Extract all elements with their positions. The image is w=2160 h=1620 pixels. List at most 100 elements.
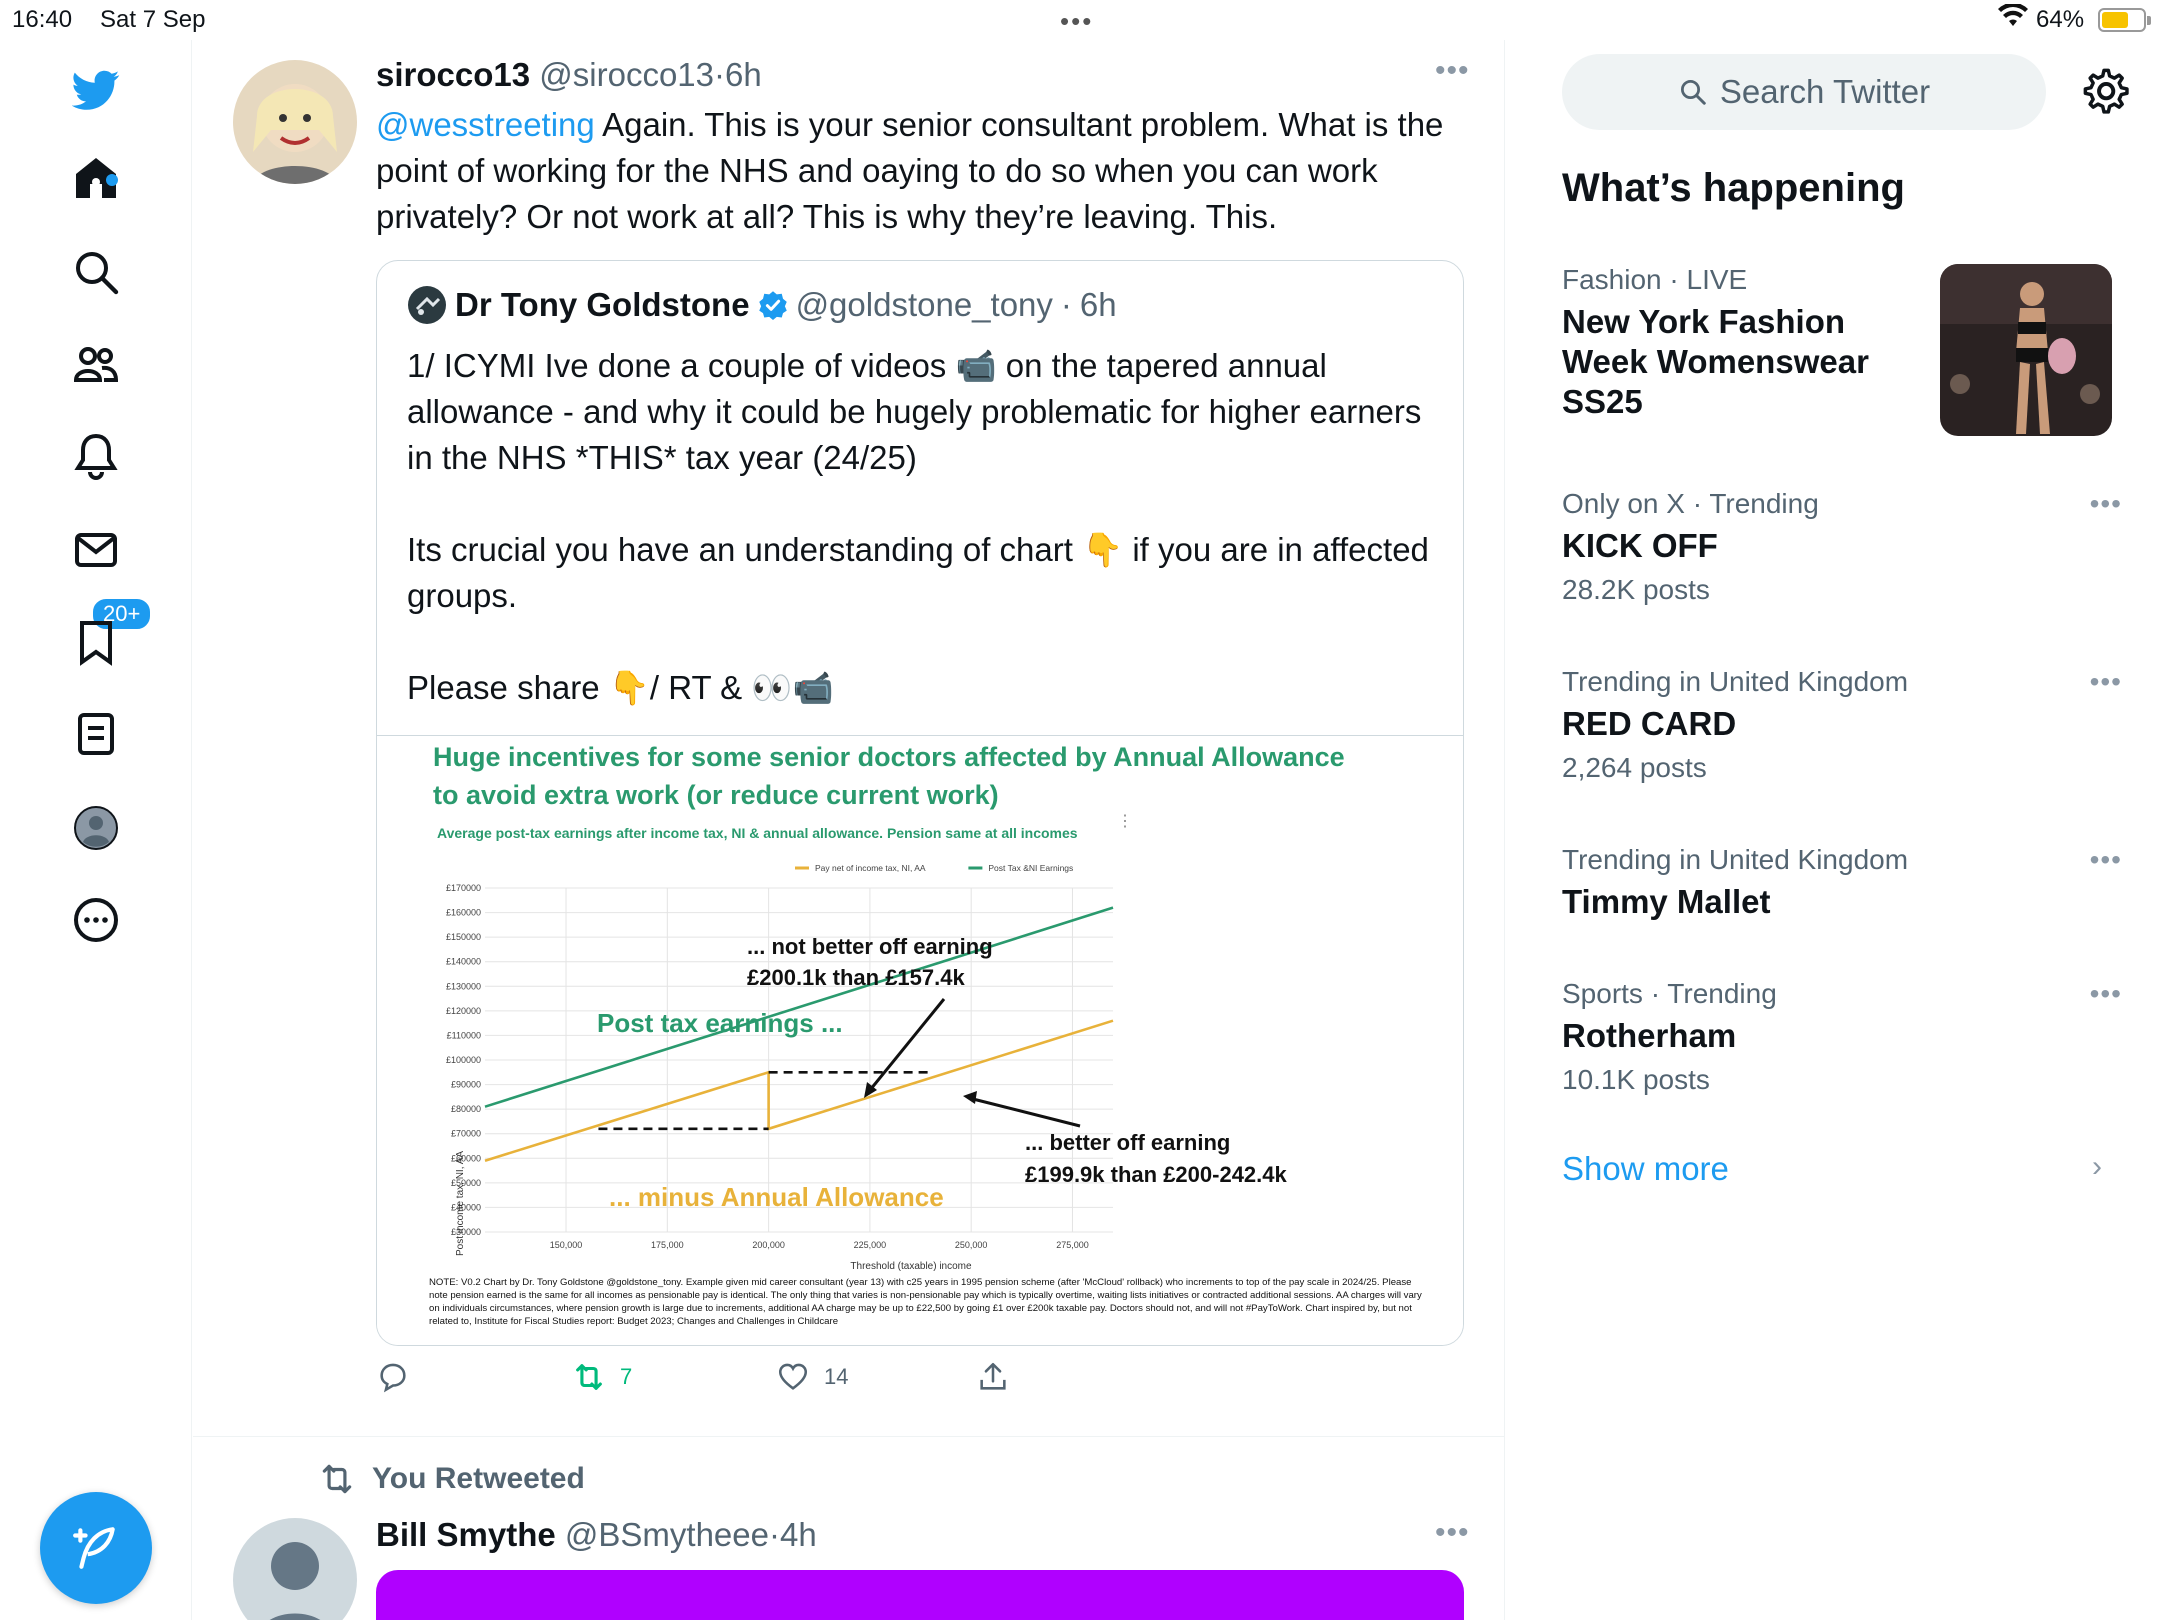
y-tick-label: £70000 <box>451 1129 481 1139</box>
legend-label: Pay net of income tax, NI, AA <box>815 863 926 873</box>
like-button[interactable]: 14 <box>776 1360 848 1394</box>
mention-link[interactable]: @wesstreeting <box>376 106 595 143</box>
retweet-button[interactable]: 7 <box>572 1360 632 1394</box>
compose-feather-icon <box>73 1527 115 1569</box>
retweeted-context: You Retweeted <box>318 1460 585 1498</box>
search-icon[interactable] <box>66 242 126 302</box>
x-tick-label: 200,000 <box>752 1240 785 1250</box>
trend-more-button[interactable]: ••• <box>2090 488 2122 520</box>
chart-title-line-2: to avoid extra work (or reduce current w… <box>433 780 999 810</box>
battery-icon <box>2098 8 2151 32</box>
trend-more-button[interactable]: ••• <box>2090 978 2122 1010</box>
annotation-better-off-line-1: ... better off earning <box>1025 1130 1230 1155</box>
show-more-link[interactable]: Show more <box>1562 1150 1729 1188</box>
chart-menu-dots: ⋮ <box>1117 813 1133 830</box>
next-tweet-time[interactable]: 4h <box>780 1516 817 1553</box>
trend-meta: Trending in United Kingdom <box>1562 666 1909 697</box>
header-separator: · <box>714 56 725 93</box>
trend-item[interactable]: Only on X · Trending KICK OFF 28.2K post… <box>1562 488 2122 606</box>
chart-title-line-1: Huge incentives for some senior doctors … <box>433 742 1345 772</box>
quote-time[interactable]: 6h <box>1080 286 1117 324</box>
chart-legend: Pay net of income tax, NI, AA Post Tax &N… <box>795 863 1073 873</box>
home-unread-dot <box>106 174 118 186</box>
search-input[interactable]: Search Twitter <box>1562 54 2046 130</box>
x-tick-label: 225,000 <box>854 1240 887 1250</box>
trend-meta: Trending in United Kingdom <box>1562 844 1909 875</box>
trend-title: Timmy Mallet <box>1562 883 1771 920</box>
trend-title: Rotherham <box>1562 1017 1737 1054</box>
quote-author-handle[interactable]: @goldstone_tony <box>796 286 1053 324</box>
arrow-head-2 <box>963 1091 977 1104</box>
reply-button[interactable] <box>376 1360 410 1394</box>
x-tick-label: 150,000 <box>550 1240 583 1250</box>
trend-title: RED CARD <box>1562 705 1737 742</box>
retweeted-label: You Retweeted <box>372 1462 585 1495</box>
author-avatar[interactable] <box>233 60 357 184</box>
quote-text: 1/ ICYMI Ive done a couple of videos 📹 o… <box>407 347 1429 706</box>
share-button[interactable] <box>976 1360 1010 1394</box>
next-author-avatar[interactable] <box>233 1518 357 1620</box>
whats-happening-title: What’s happening <box>1562 166 1905 210</box>
chart-image[interactable]: Huge incentives for some senior doctors … <box>377 735 1463 1345</box>
quote-header: Dr Tony Goldstone @goldstone_tony · 6h <box>407 285 1117 325</box>
trend-item[interactable]: Sports · Trending Rotherham 10.1K posts … <box>1562 978 2122 1096</box>
lists-icon[interactable] <box>66 704 126 764</box>
chart-subtitle: Average post-tax earnings after income t… <box>437 825 1078 841</box>
left-nav: 20+ <box>0 40 192 1620</box>
tweet-time[interactable]: 6h <box>725 56 762 93</box>
next-tweet-more-button[interactable]: ••• <box>1435 1516 1470 1550</box>
quoted-tweet-card[interactable]: Dr Tony Goldstone @goldstone_tony · 6h 1/ … <box>376 260 1464 1346</box>
trend-thumbnail[interactable] <box>1940 264 2112 436</box>
bookmarks-icon[interactable] <box>66 612 126 672</box>
y-tick-label: £130000 <box>446 981 481 991</box>
settings-gear-icon[interactable] <box>2078 66 2130 118</box>
x-tick-label: 275,000 <box>1056 1240 1089 1250</box>
author-name[interactable]: sirocco13 <box>376 56 530 93</box>
search-icon <box>1680 80 1706 105</box>
trend-meta: Sports · Trending <box>1562 978 1777 1009</box>
y-tick-label: £80000 <box>451 1104 481 1114</box>
multitask-dots[interactable]: ••• <box>1060 6 1093 37</box>
compose-tweet-button[interactable] <box>40 1492 152 1604</box>
author-handle[interactable]: @sirocco13 <box>539 56 714 93</box>
tweet-text: @wesstreeting Again. This is your senior… <box>376 102 1466 240</box>
annotation-better-off-line-2: £199.9k than £200-242.4k <box>1025 1162 1288 1187</box>
twitter-logo-icon[interactable] <box>66 60 126 120</box>
trend-title: KICK OFF <box>1562 527 1718 564</box>
chart-note: NOTE: V0.2 Chart by Dr. Tony Goldstone @… <box>429 1277 1422 1327</box>
profile-avatar-icon[interactable] <box>66 798 126 858</box>
next-tweet-media[interactable] <box>376 1570 1464 1620</box>
legend-label: Post Tax &NI Earnings <box>988 863 1073 873</box>
arrow-to-drop <box>864 998 946 1096</box>
verified-badge-icon <box>758 291 787 320</box>
y-tick-label: £120000 <box>446 1006 481 1016</box>
series-line-1 <box>484 1019 1114 1162</box>
retweet-count: 7 <box>620 1364 633 1389</box>
next-tweet-header: Bill Smythe @BSmytheee·4h <box>376 1516 817 1554</box>
chart-y-axis-label: Post income tax, NI, AA <box>455 1151 466 1256</box>
trend-more-button[interactable]: ••• <box>2090 666 2122 698</box>
more-options-icon[interactable] <box>66 890 126 950</box>
communities-icon[interactable] <box>66 334 126 394</box>
chart-x-axis-label: Threshold (taxable) income <box>850 1261 972 1272</box>
trend-item[interactable]: Trending in United Kingdom RED CARD 2,26… <box>1562 666 2122 784</box>
default-avatar-icon <box>270 1542 320 1620</box>
like-count: 14 <box>824 1364 849 1389</box>
retweet-icon <box>576 1364 602 1390</box>
next-author-handle[interactable]: @BSmytheee <box>565 1516 769 1553</box>
next-author-name[interactable]: Bill Smythe <box>376 1516 556 1553</box>
messages-icon[interactable] <box>66 520 126 580</box>
quote-author-name[interactable]: Dr Tony Goldstone <box>455 286 750 324</box>
arrow-to-recovery <box>968 1096 1081 1128</box>
trend-more-button[interactable]: ••• <box>2090 844 2122 876</box>
quote-author-avatar <box>408 286 446 324</box>
y-tick-label: £160000 <box>446 908 481 918</box>
status-date: Sat 7 Sep <box>100 6 206 33</box>
notifications-bell-icon[interactable] <box>66 426 126 486</box>
tweet-more-button[interactable]: ••• <box>1435 54 1470 88</box>
next-header-separator: · <box>768 1516 780 1553</box>
y-tick-label: £90000 <box>451 1080 481 1090</box>
annotation-minus-aa: ... minus Annual Allowance <box>609 1182 944 1212</box>
y-tick-label: £100000 <box>446 1055 481 1065</box>
trend-item[interactable]: Trending in United Kingdom Timmy Mallet … <box>1562 844 2122 922</box>
